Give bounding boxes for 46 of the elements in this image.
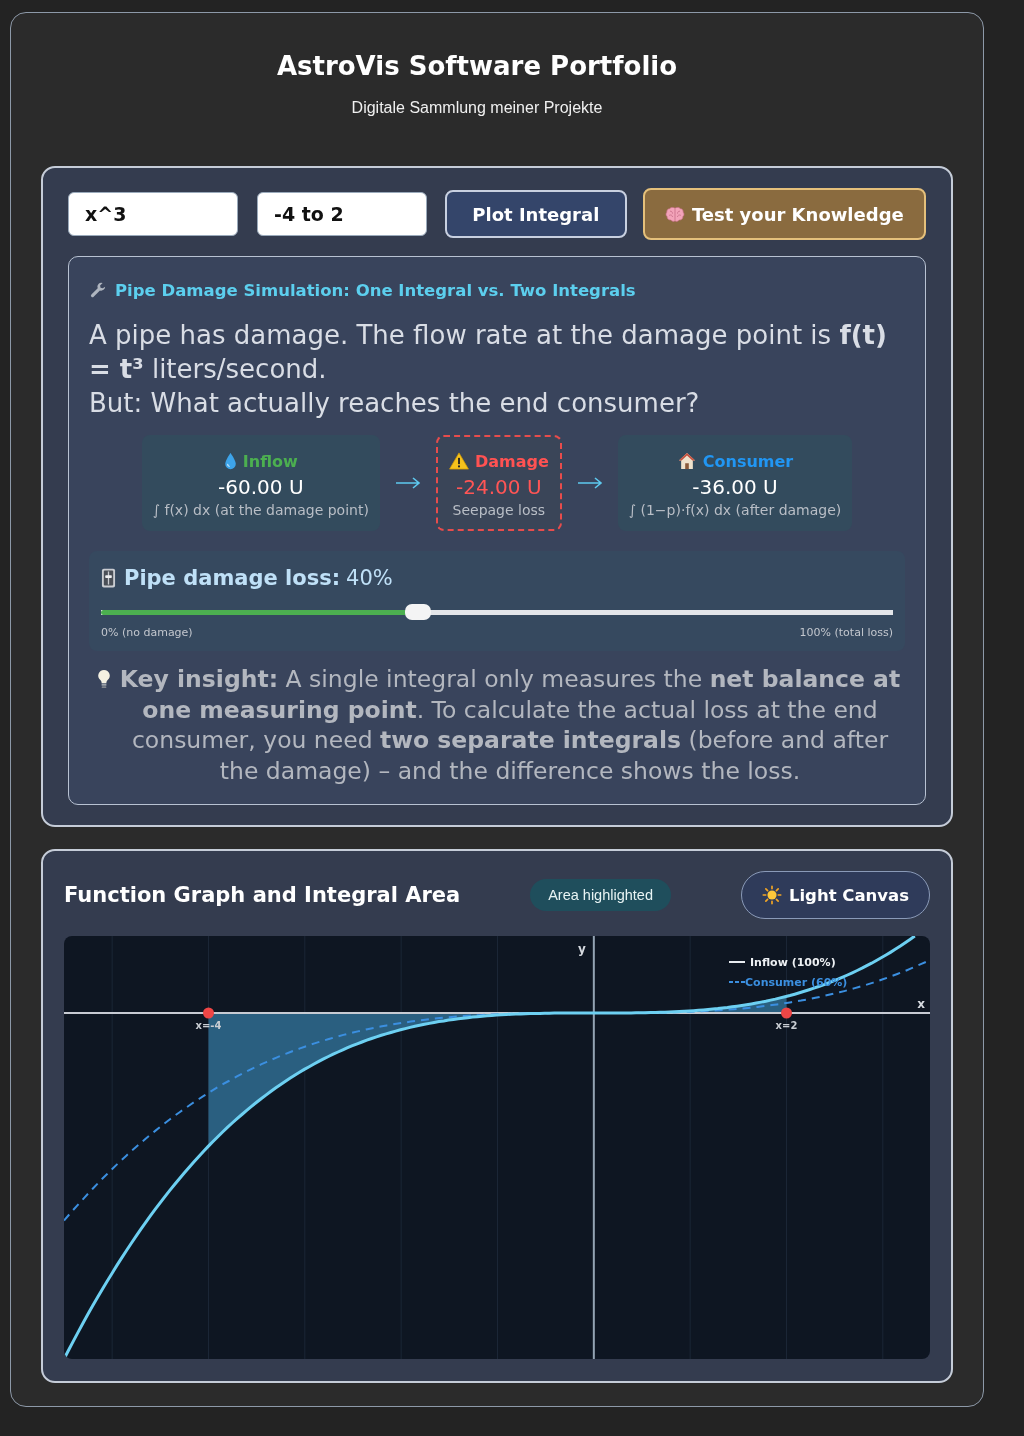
- simulation-title: Pipe Damage Simulation: One Integral vs. Two Integrals: [115, 280, 636, 302]
- page-title: AstroVis Software Portfolio: [275, 50, 679, 82]
- dashed-line-icon: [728, 981, 746, 983]
- lightbulb-icon: [97, 669, 111, 690]
- legend-label: Inflow (100%): [750, 956, 836, 969]
- range-field[interactable]: -4 to 2: [257, 192, 427, 236]
- slider-max-label: 100% (total loss): [799, 626, 893, 640]
- plot-button[interactable]: Plot Integral: [445, 190, 627, 238]
- droplet-icon: [223, 452, 237, 470]
- canvas-theme-button[interactable]: Light Canvas: [740, 871, 930, 919]
- quiz-button[interactable]: Test your Knowledge: [642, 188, 926, 240]
- problem-statement: A pipe has damage. The flow rate at the damage point is f(t) = t³ liters/second.: [89, 319, 888, 386]
- solid-line-icon: [728, 961, 746, 963]
- stage-note: ∫ (1−p)·f(x) dx (after damage): [628, 501, 842, 520]
- arrow-icon: [576, 477, 603, 489]
- stage-label: Damage: [474, 451, 549, 471]
- problem-question: But: What actually reaches the end consumer?: [89, 387, 701, 420]
- axis-label: y: [577, 942, 586, 956]
- stage-label: Consumer: [702, 451, 794, 471]
- sun-icon: [761, 885, 782, 905]
- graph-title: Function Graph and Integral Area: [64, 883, 461, 907]
- warning-icon: [448, 452, 469, 470]
- status-badge: Area highlighted: [530, 879, 671, 911]
- slider-label: Pipe damage loss:: [124, 566, 341, 590]
- stage-value: -60.00 U: [217, 474, 305, 500]
- slider-min-label: 0% (no damage): [101, 626, 193, 640]
- stage-note: ∫ f(x) dx (at the damage point): [152, 501, 369, 520]
- house-icon: [676, 452, 697, 470]
- slider-thumb[interactable]: [404, 604, 431, 620]
- bound-label: x=-4: [195, 1020, 222, 1031]
- slider-reading: 40%: [346, 566, 393, 590]
- stage-value: -24.00 U: [455, 474, 543, 500]
- insight-text: Key insight: A single integral only measures the net balance at one measuring point. To calculate the actual loss at the end consumer, you need two separate integrals (before and after the damage) – and the difference shows the loss.: [118, 664, 902, 786]
- stage-value: -36.00 U: [691, 474, 779, 500]
- bound-marker: [203, 1007, 214, 1019]
- stage-label: Inflow: [242, 451, 298, 471]
- brain-icon: [664, 205, 685, 223]
- fader-icon: [101, 567, 116, 589]
- arrow-icon: [394, 477, 421, 489]
- bound-label: x=2: [775, 1020, 798, 1031]
- wrench-icon: [89, 282, 107, 300]
- page-subtitle: Digitale Sammlung meiner Projekte: [350, 98, 604, 118]
- stage-note: Seepage loss: [451, 501, 547, 520]
- axis-label: x: [917, 997, 925, 1011]
- function-field[interactable]: x^3: [68, 192, 238, 236]
- bound-marker: [781, 1007, 792, 1019]
